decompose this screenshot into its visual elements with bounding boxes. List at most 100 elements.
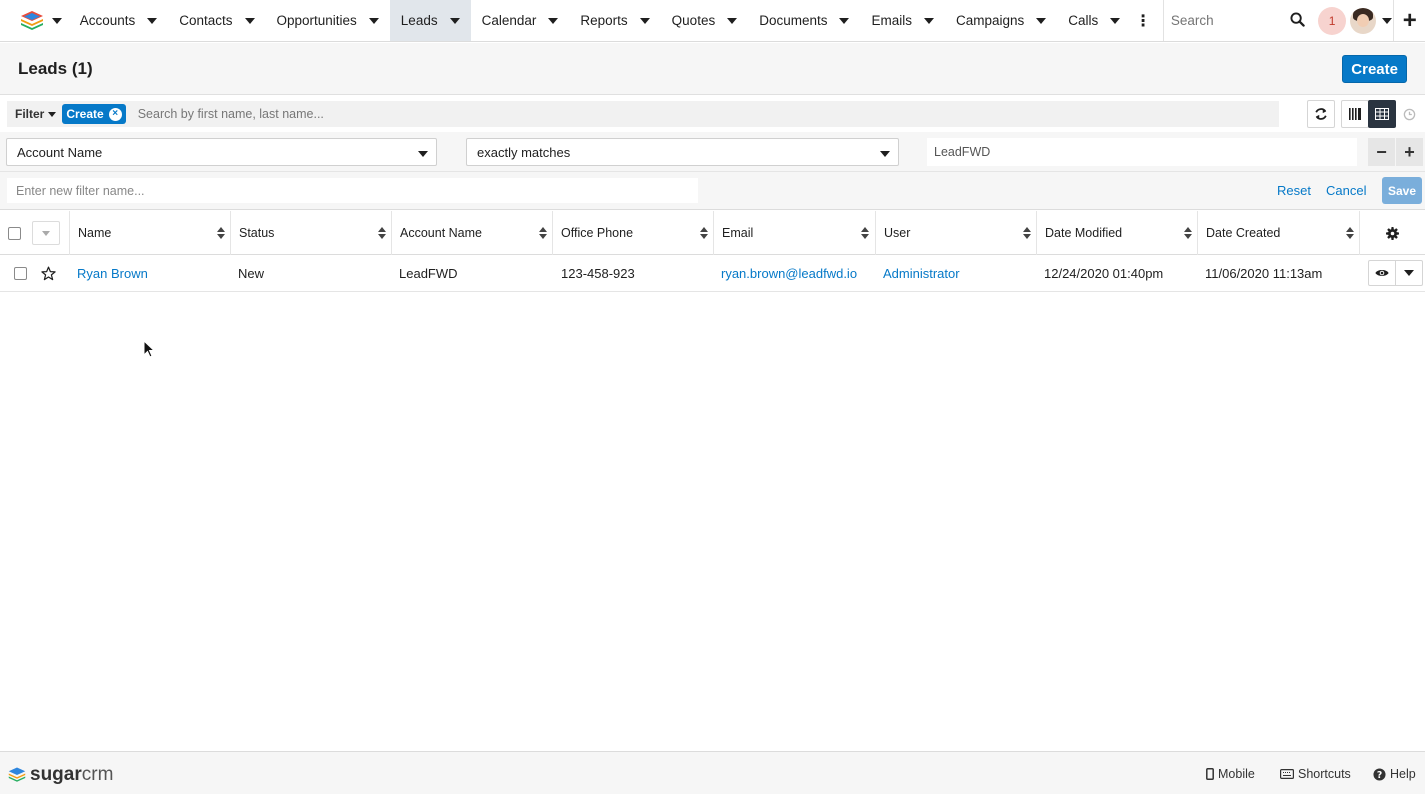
nav-label: Calendar [481,13,537,28]
sugarcrm-logo[interactable]: sugarcrm [8,764,113,786]
sort-icon[interactable] [539,227,547,239]
chevron-down-icon[interactable] [147,17,158,24]
remove-row-minus-icon[interactable]: − [1368,138,1395,166]
refresh-icon [1315,108,1327,120]
row-checkbox[interactable] [14,267,27,280]
nav-documents[interactable]: Documents [748,0,860,41]
chevron-down-icon[interactable] [548,17,559,24]
cancel-link[interactable]: Cancel [1326,183,1366,198]
lead-user-link[interactable]: Administrator [883,255,960,292]
search-icon[interactable] [1290,12,1305,27]
nav-campaigns[interactable]: Campaigns [945,0,1057,41]
column-header-email[interactable]: Email [713,211,875,255]
column-label: Date Modified [1045,226,1123,240]
mass-actions-dropdown[interactable] [32,221,60,245]
add-row-plus-icon[interactable]: + [1396,138,1423,166]
nav-opportunities[interactable]: Opportunities [266,0,390,41]
nav-leads[interactable]: Leads [389,0,471,41]
column-settings-button[interactable] [1359,211,1425,255]
list-view-button[interactable] [1368,100,1396,128]
table-icon [1375,108,1389,120]
filter-dropdown[interactable]: Filter [7,107,62,121]
filter-field-select[interactable]: Account Name [6,138,437,166]
chevron-down-icon[interactable] [727,17,738,24]
chevron-down-icon [1404,270,1414,276]
active-filter-pill[interactable]: Create × [62,104,126,124]
column-header-user[interactable]: User [875,211,1037,255]
sugar-logo-menu[interactable] [0,0,69,41]
lead-office-phone: 123-458-923 [561,266,635,281]
create-button[interactable]: Create [1342,55,1407,83]
favorite-cell [41,255,56,292]
help-icon: ? [1373,767,1386,780]
sort-icon[interactable] [1184,227,1192,239]
reset-link[interactable]: Reset [1277,183,1311,198]
column-view-button[interactable] [1341,100,1369,128]
save-filter-button[interactable]: Save [1382,177,1422,204]
shortcuts-label: Shortcuts [1298,767,1351,781]
sort-icon[interactable] [378,227,386,239]
nav-calls[interactable]: Calls [1057,0,1131,41]
chevron-down-icon[interactable] [839,17,850,24]
help-link[interactable]: ? Help [1373,767,1416,781]
filter-value-input[interactable]: LeadFWD [927,138,1357,166]
row-actions [1368,260,1423,286]
lead-name-link[interactable]: Ryan Brown [77,255,148,292]
lead-date-modified: 12/24/2020 01:40pm [1044,266,1164,281]
shortcuts-link[interactable]: Shortcuts [1280,767,1351,781]
chevron-down-icon[interactable] [1036,17,1047,24]
sort-icon[interactable] [861,227,869,239]
nav-calendar[interactable]: Calendar [471,0,570,41]
brand-sugar: sugar [30,764,82,785]
sort-icon[interactable] [1346,227,1354,239]
notification-badge: 1 [1318,6,1347,35]
refresh-button[interactable] [1307,100,1335,128]
chevron-down-icon[interactable] [368,17,379,24]
preview-button[interactable] [1369,261,1395,285]
star-icon[interactable] [41,266,56,281]
sort-icon[interactable] [1023,227,1031,239]
chevron-down-icon[interactable] [244,17,255,24]
row-actions-dropdown[interactable] [1395,261,1422,285]
select-all-checkbox[interactable] [8,226,21,240]
avatar [1350,7,1377,34]
chevron-down-icon[interactable] [639,17,650,24]
column-header-account-name[interactable]: Account Name [391,211,553,255]
filter-search-input[interactable]: Search by first name, last name... [138,107,324,121]
table-row[interactable]: Ryan Brown New LeadFWD 123-458-923 ryan.… [0,255,1425,292]
nav-label: Calls [1068,13,1099,28]
column-header-date-modified[interactable]: Date Modified [1036,211,1198,255]
remove-filter-icon[interactable]: × [108,107,122,121]
filter-dropdown-label: Filter [15,107,45,121]
sort-icon[interactable] [217,227,225,239]
nav-label: Quotes [671,13,716,28]
nav-quotes[interactable]: Quotes [661,0,749,41]
column-label: Date Created [1206,226,1281,240]
chevron-down-icon [1382,17,1393,24]
filter-definition-row: Account Name exactly matches LeadFWD − + [0,132,1425,172]
user-menu[interactable] [1349,0,1393,41]
column-header-date-created[interactable]: Date Created [1197,211,1360,255]
column-header-office-phone[interactable]: Office Phone [552,211,714,255]
global-search [1162,0,1311,41]
nav-accounts[interactable]: Accounts [69,0,169,41]
activity-stream-button[interactable] [1395,100,1423,128]
chevron-down-icon[interactable] [1110,17,1121,24]
column-label: Name [78,226,112,240]
sort-icon[interactable] [700,227,708,239]
quick-create-plus-icon[interactable]: + [1393,0,1425,41]
nav-contacts[interactable]: Contacts [168,0,265,41]
column-header-status[interactable]: Status [230,211,392,255]
filter-name-input[interactable]: Enter new filter name... [7,178,698,203]
column-header-name[interactable]: Name [69,211,231,255]
chevron-down-icon[interactable] [924,17,934,24]
nav-emails[interactable]: Emails [860,0,945,41]
filter-operator-select[interactable]: exactly matches [466,138,899,166]
mobile-link[interactable]: Mobile [1206,767,1255,781]
more-modules-icon[interactable]: ⋮ [1131,0,1155,41]
notifications-button[interactable]: 1 [1315,0,1350,41]
nav-label: Campaigns [956,13,1025,28]
nav-reports[interactable]: Reports [569,0,660,41]
chevron-down-icon[interactable] [449,17,460,24]
lead-email-link[interactable]: ryan.brown@leadfwd.io [721,255,857,292]
